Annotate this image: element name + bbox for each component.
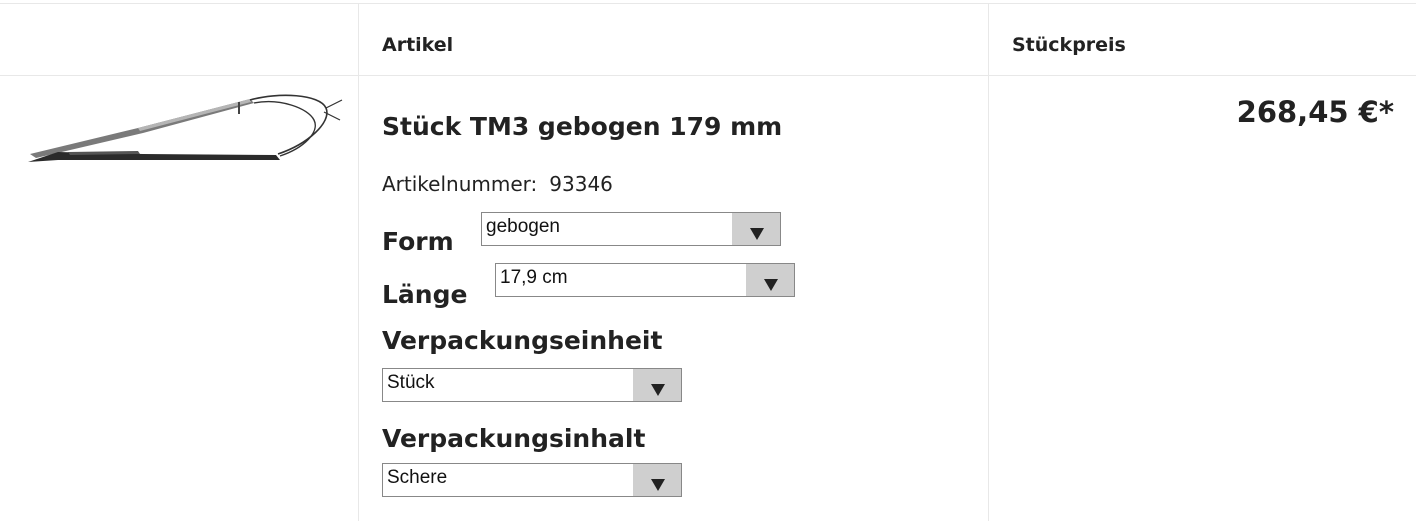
chevron-down-icon (764, 279, 778, 291)
chevron-down-icon (651, 384, 665, 396)
packaging-unit-select[interactable]: Stück (382, 368, 682, 402)
cart-table: Artikel Stückpreis Stück TM3 gebogen 179… (0, 0, 1416, 521)
dropdown-arrow-box (746, 264, 794, 296)
dropdown-arrow-box (633, 369, 681, 401)
article-number-value: 93346 (549, 172, 613, 196)
packaging-unit-select-value: Stück (387, 372, 435, 393)
length-label: Länge (382, 280, 468, 309)
article-number: Artikelnummer: 93346 (382, 172, 613, 196)
length-select-value: 17,9 cm (500, 267, 568, 288)
chevron-down-icon (750, 228, 764, 240)
surgical-scissors-image[interactable] (28, 94, 344, 170)
form-select-value: gebogen (486, 216, 560, 237)
product-title[interactable]: Stück TM3 gebogen 179 mm (382, 112, 782, 142)
dropdown-arrow-box (633, 464, 681, 496)
length-select[interactable]: 17,9 cm (495, 263, 795, 297)
packaging-content-select[interactable]: Schere (382, 463, 682, 497)
unit-price: 268,45 €* (1236, 95, 1394, 129)
dropdown-arrow-box (732, 213, 780, 245)
column-divider (358, 4, 359, 521)
form-label: Form (382, 227, 454, 256)
packaging-content-select-value: Schere (387, 467, 448, 488)
article-number-label: Artikelnummer: (382, 172, 538, 196)
packaging-content-label: Verpackungsinhalt (382, 424, 646, 453)
column-header-article: Artikel (382, 34, 454, 56)
form-select[interactable]: gebogen (481, 212, 781, 246)
chevron-down-icon (651, 479, 665, 491)
table-header-row: Artikel Stückpreis (0, 4, 1416, 76)
column-header-unit-price: Stückpreis (1012, 34, 1126, 56)
packaging-unit-label: Verpackungseinheit (382, 326, 663, 355)
column-divider (988, 4, 989, 521)
